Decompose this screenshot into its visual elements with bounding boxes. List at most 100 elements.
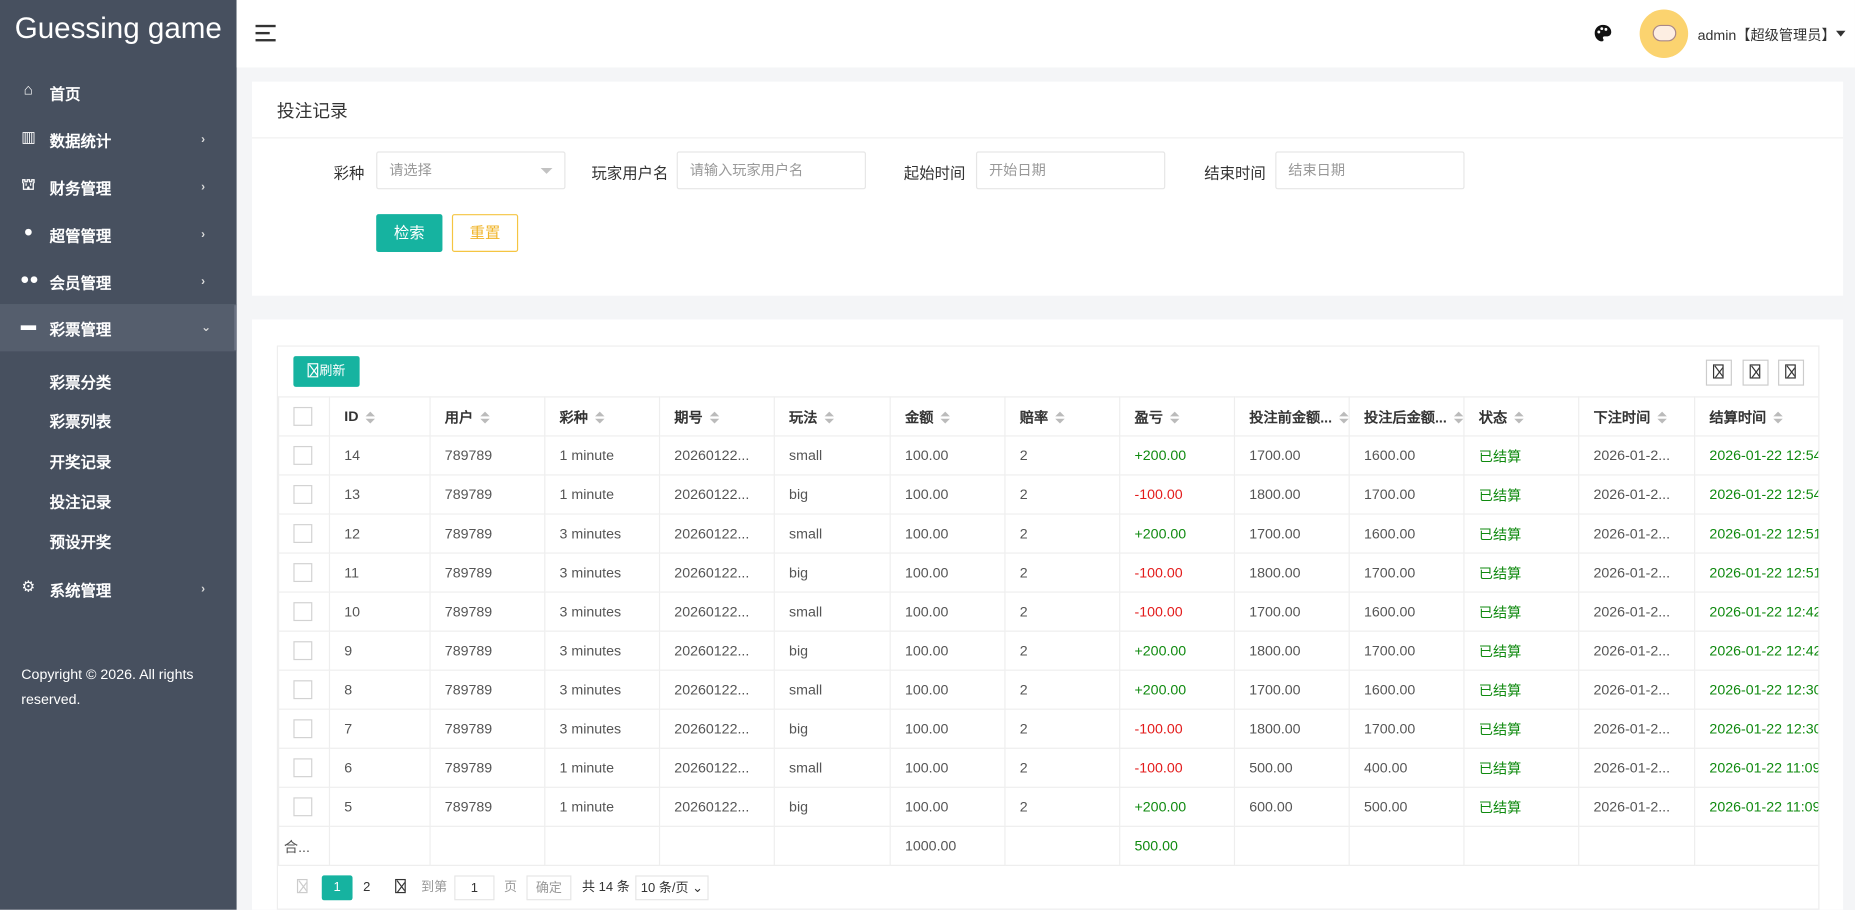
row-checkbox[interactable]: [293, 719, 312, 738]
sidebar-item-4[interactable]: ●超管管理›: [0, 211, 237, 258]
reset-button[interactable]: 重置: [452, 214, 518, 252]
home-icon: ⌂: [20, 82, 37, 99]
column-header[interactable]: 期号: [660, 397, 775, 436]
lottery-select-placeholder: 请选择: [389, 162, 432, 179]
column-header[interactable]: 结算时间: [1695, 397, 1820, 436]
avatar[interactable]: [1640, 9, 1689, 58]
sort-icon[interactable]: [1170, 412, 1179, 424]
sidebar-scrollbar[interactable]: [234, 305, 236, 350]
export-icon[interactable]: [1743, 360, 1769, 386]
column-header[interactable]: 下注时间: [1579, 397, 1695, 436]
row-checkbox[interactable]: [293, 641, 312, 660]
page-1-button[interactable]: 1: [322, 875, 353, 900]
table-cell: 100.00: [890, 553, 1005, 592]
end-label: 结束时间: [1204, 161, 1266, 183]
table-header-row: ID用户彩种期号玩法金额赔率盈亏投注前金额...投注后金额...状态下注时间结算…: [279, 397, 1820, 436]
sort-icon[interactable]: [1454, 412, 1463, 424]
row-checkbox[interactable]: [293, 524, 312, 543]
sidebar-subitem-1[interactable]: 彩票分类: [50, 370, 112, 392]
row-checkbox[interactable]: [293, 563, 312, 582]
column-header[interactable]: 投注后金额...: [1349, 397, 1464, 436]
table-cell: 100.00: [890, 670, 1005, 709]
table-cell: 2: [1005, 631, 1120, 670]
empty-cell: [1464, 826, 1579, 865]
row-checkbox[interactable]: [293, 446, 312, 465]
chevron-right-icon: ›: [201, 583, 205, 596]
select-all-checkbox[interactable]: [293, 407, 312, 426]
sort-icon[interactable]: [1514, 412, 1523, 424]
column-header[interactable]: 状态: [1464, 397, 1579, 436]
column-header[interactable]: 玩法: [774, 397, 890, 436]
sort-icon[interactable]: [941, 412, 950, 424]
sidebar-item-3[interactable]: ⛫财务管理›: [0, 163, 237, 210]
goto-page-input[interactable]: 1: [454, 875, 494, 900]
sort-icon[interactable]: [1773, 412, 1782, 424]
row-checkbox[interactable]: [293, 758, 312, 777]
next-page-icon[interactable]: [395, 875, 407, 900]
sidebar-item-5[interactable]: ●●会员管理›: [0, 258, 237, 305]
end-date-input[interactable]: 结束日期: [1275, 151, 1464, 189]
user-name[interactable]: admin【超级管理员】: [1698, 25, 1836, 45]
row-checkbox[interactable]: [293, 680, 312, 699]
sort-icon[interactable]: [825, 412, 834, 424]
palette-icon[interactable]: [1594, 24, 1613, 43]
page-2-button[interactable]: 2: [363, 875, 370, 900]
column-header[interactable]: 投注前金额...: [1234, 397, 1349, 436]
table-cell: 1700.00: [1349, 709, 1464, 748]
column-header[interactable]: 赔率: [1005, 397, 1120, 436]
sidebar-item-label: 财务管理: [50, 176, 112, 198]
column-header[interactable]: 金额: [890, 397, 1005, 436]
lottery-select[interactable]: 请选择: [376, 151, 565, 189]
caret-down-icon[interactable]: [1836, 31, 1845, 37]
sort-icon[interactable]: [1055, 412, 1064, 424]
table-row: 107897893 minutes20260122...small100.002…: [279, 592, 1820, 631]
sidebar-subitem-3[interactable]: 开奖记录: [50, 450, 112, 472]
sort-icon[interactable]: [710, 412, 719, 424]
table-cell: 20260122...: [660, 748, 775, 787]
table-cell: 2026-01-22 11:09: [1695, 787, 1820, 826]
table-cell: -100.00: [1120, 475, 1235, 514]
sort-icon[interactable]: [1657, 412, 1666, 424]
table-cell: 789789: [430, 553, 545, 592]
per-page-select[interactable]: 10 条/页 ⌄: [635, 875, 708, 900]
column-header[interactable]: 盈亏: [1120, 397, 1235, 436]
prev-page-icon[interactable]: [297, 875, 309, 900]
table-card: 刷新 ID用户彩种期号玩法金额赔率盈亏投注前金额...投注后金额...状态下注时…: [252, 319, 1843, 909]
print-icon[interactable]: [1778, 360, 1804, 386]
search-button[interactable]: 检索: [376, 214, 442, 252]
player-input[interactable]: 请输入玩家用户名: [677, 151, 866, 189]
table-cell: 2026-01-2...: [1579, 553, 1695, 592]
sidebar-item-2[interactable]: ▥数据统计›: [0, 116, 237, 163]
column-header[interactable]: 彩种: [545, 397, 660, 436]
sidebar-subitem-2[interactable]: 彩票列表: [50, 409, 112, 431]
sort-icon[interactable]: [595, 412, 604, 424]
table-cell: 2: [1005, 709, 1120, 748]
table-cell: 6: [329, 748, 430, 787]
refresh-button[interactable]: 刷新: [293, 356, 359, 387]
sidebar-item-7[interactable]: ⚙系统管理›: [0, 565, 237, 612]
row-checkbox[interactable]: [293, 797, 312, 816]
sort-icon[interactable]: [1339, 412, 1348, 424]
row-checkbox[interactable]: [293, 485, 312, 504]
sort-icon[interactable]: [366, 411, 375, 423]
column-header[interactable]: ID: [329, 397, 430, 436]
sort-icon[interactable]: [480, 412, 489, 424]
sidebar-subitem-4[interactable]: 投注记录: [50, 490, 112, 512]
table-cell: 100.00: [890, 436, 1005, 475]
menu-toggle-icon[interactable]: [256, 25, 276, 42]
sidebar-item-6[interactable]: ▬彩票管理⌄: [0, 304, 237, 351]
row-checkbox[interactable]: [293, 602, 312, 621]
table-cell: 2026-01-22 12:42: [1695, 592, 1820, 631]
confirm-button[interactable]: 确定: [526, 875, 571, 900]
table-cell: big: [774, 631, 890, 670]
table-cell: 789789: [430, 514, 545, 553]
columns-filter-icon[interactable]: [1706, 360, 1732, 386]
start-date-input[interactable]: 开始日期: [976, 151, 1165, 189]
table-row: 57897891 minute20260122...big100.002+200…: [279, 787, 1820, 826]
sidebar-subitem-5[interactable]: 预设开奖: [50, 530, 112, 552]
table-cell: 2026-01-2...: [1579, 787, 1695, 826]
table-cell: 2: [1005, 748, 1120, 787]
sidebar-item-1[interactable]: ⌂首页: [0, 69, 237, 116]
column-header[interactable]: 用户: [430, 397, 545, 436]
table-cell: 1800.00: [1234, 631, 1349, 670]
